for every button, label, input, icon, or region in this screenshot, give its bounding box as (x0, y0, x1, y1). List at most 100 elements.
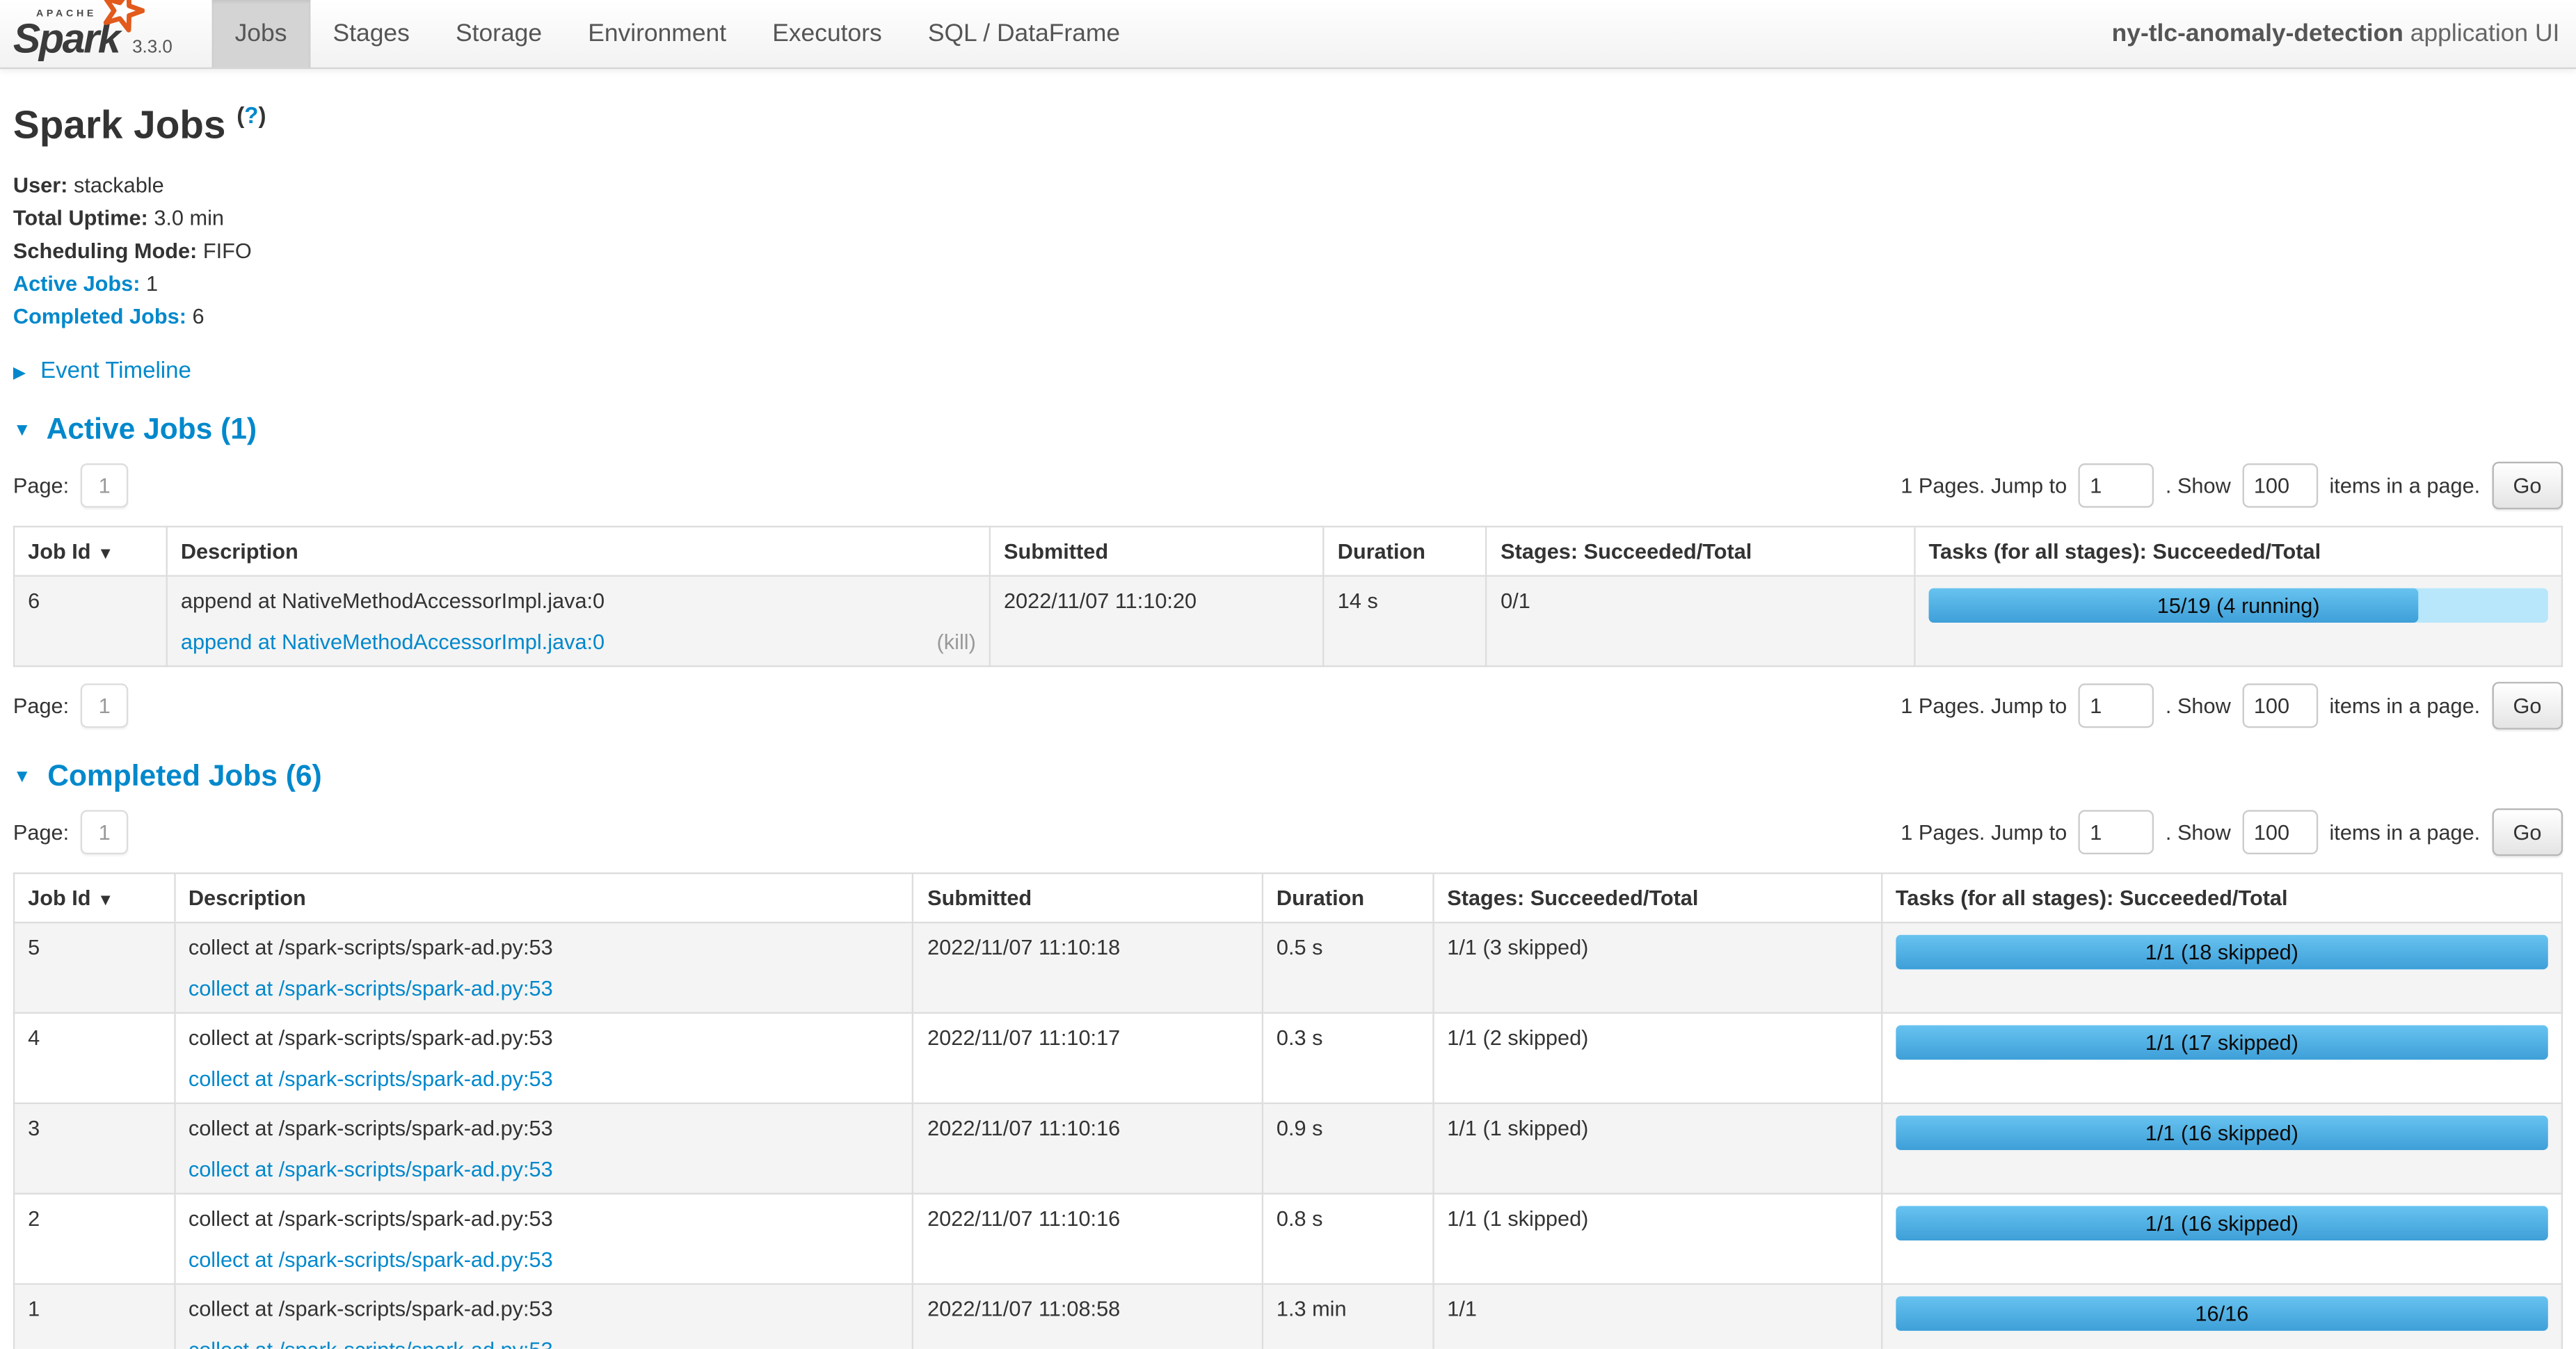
spark-logo: APACHE Spark 3.3.0 (0, 0, 189, 67)
tasks-progress-bar: 16/16 (1896, 1296, 2548, 1331)
items-per-page-input[interactable] (2242, 683, 2318, 728)
stages-cell: 1/1 (2 skipped) (1433, 1013, 1882, 1103)
column-header-submitted[interactable]: Submitted (990, 527, 1324, 576)
tab-jobs[interactable]: Jobs (212, 0, 310, 67)
active-jobs-link[interactable]: Active Jobs: (13, 271, 141, 296)
page-number-button[interactable]: 1 (81, 683, 129, 728)
items-per-page-input[interactable] (2242, 463, 2318, 508)
active-jobs-section-header[interactable]: ▼ Active Jobs (1) (13, 413, 2563, 447)
tasks-cell: 15/19 (4 running) (1914, 576, 2561, 666)
summary-scheduling-mode: Scheduling Mode: FIFO (13, 238, 2563, 262)
summary-user: User: stackable (13, 173, 2563, 197)
job-detail-link[interactable]: append at NativeMethodAccessorImpl.java:… (181, 629, 605, 653)
job-description: append at NativeMethodAccessorImpl.java:… (181, 588, 976, 612)
job-detail-link[interactable]: collect at /spark-scripts/spark-ad.py:53 (189, 1157, 553, 1181)
page-number-button[interactable]: 1 (81, 463, 129, 508)
duration-cell: 0.8 s (1263, 1194, 1433, 1284)
column-header-tasks[interactable]: Tasks (for all stages): Succeeded/Total (1882, 873, 2562, 923)
completed-jobs-link[interactable]: Completed Jobs: (13, 304, 186, 328)
stages-cell: 1/1 (1433, 1284, 1882, 1349)
help-tooltip-link[interactable]: (?) (237, 102, 266, 128)
table-row: 2 collect at /spark-scripts/spark-ad.py:… (14, 1194, 2562, 1284)
summary-completed-jobs: Completed Jobs: 6 (13, 304, 2563, 328)
event-timeline-toggle[interactable]: ▶ Event Timeline (13, 356, 2563, 383)
tasks-cell: 16/16 (1882, 1284, 2562, 1349)
tab-executors[interactable]: Executors (749, 0, 905, 67)
summary-active-jobs: Active Jobs: 1 (13, 271, 2563, 296)
job-description: collect at /spark-scripts/spark-ad.py:53 (189, 935, 899, 959)
tab-stages[interactable]: Stages (310, 0, 432, 67)
column-header-duration[interactable]: Duration (1324, 527, 1487, 576)
submitted-cell: 2022/11/07 11:10:18 (913, 923, 1263, 1013)
job-description: collect at /spark-scripts/spark-ad.py:53 (189, 1116, 899, 1140)
description-cell: collect at /spark-scripts/spark-ad.py:53… (175, 1284, 913, 1349)
tab-storage[interactable]: Storage (433, 0, 565, 67)
column-header-job-id[interactable]: Job Id▼ (14, 527, 167, 576)
duration-cell: 0.5 s (1263, 923, 1433, 1013)
tasks-progress-bar: 1/1 (16 skipped) (1896, 1116, 2548, 1151)
description-cell: collect at /spark-scripts/spark-ad.py:53… (175, 923, 913, 1013)
table-row: 1 collect at /spark-scripts/spark-ad.py:… (14, 1284, 2562, 1349)
tab-environment[interactable]: Environment (565, 0, 749, 67)
column-header-stages[interactable]: Stages: Succeeded/Total (1433, 873, 1882, 923)
job-description: collect at /spark-scripts/spark-ad.py:53 (189, 1296, 899, 1320)
completed-jobs-pagination-top: Page: 1 1 Pages. Jump to . Show items in… (13, 808, 2563, 856)
tasks-cell: 1/1 (17 skipped) (1882, 1013, 2562, 1103)
collapse-arrow-icon: ▼ (13, 767, 31, 787)
completed-jobs-section-header[interactable]: ▼ Completed Jobs (6) (13, 759, 2563, 794)
application-suffix: application UI (2410, 19, 2560, 47)
submitted-cell: 2022/11/07 11:10:20 (990, 576, 1324, 666)
items-per-page-input[interactable] (2242, 810, 2318, 854)
column-header-description[interactable]: Description (175, 873, 913, 923)
duration-cell: 0.3 s (1263, 1013, 1433, 1103)
table-row: 6 append at NativeMethodAccessorImpl.jav… (14, 576, 2562, 666)
description-cell: collect at /spark-scripts/spark-ad.py:53… (175, 1194, 913, 1284)
spark-star-icon (101, 0, 145, 33)
tasks-progress-bar: 1/1 (16 skipped) (1896, 1206, 2548, 1240)
column-header-description[interactable]: Description (167, 527, 990, 576)
go-button[interactable]: Go (2492, 462, 2563, 509)
job-detail-link[interactable]: collect at /spark-scripts/spark-ad.py:53 (189, 1067, 553, 1091)
page-number-button[interactable]: 1 (81, 810, 129, 854)
job-detail-link[interactable]: collect at /spark-scripts/spark-ad.py:53 (189, 1337, 553, 1349)
kill-job-link[interactable]: (kill) (937, 629, 976, 653)
stages-cell: 1/1 (3 skipped) (1433, 923, 1882, 1013)
job-detail-link[interactable]: collect at /spark-scripts/spark-ad.py:53 (189, 976, 553, 1000)
job-summary-list: User: stackable Total Uptime: 3.0 min Sc… (13, 173, 2563, 328)
submitted-cell: 2022/11/07 11:10:16 (913, 1103, 1263, 1194)
column-header-submitted[interactable]: Submitted (913, 873, 1263, 923)
column-header-duration[interactable]: Duration (1263, 873, 1433, 923)
jump-to-page-input[interactable] (2079, 463, 2154, 508)
column-header-job-id[interactable]: Job Id▼ (14, 873, 175, 923)
tab-sql-dataframe[interactable]: SQL / DataFrame (905, 0, 1143, 67)
job-id-cell: 3 (14, 1103, 175, 1194)
active-jobs-table: Job Id▼ Description Submitted Duration S… (13, 526, 2563, 667)
jump-to-page-input[interactable] (2079, 683, 2154, 728)
description-cell: collect at /spark-scripts/spark-ad.py:53… (175, 1103, 913, 1194)
duration-cell: 1.3 min (1263, 1284, 1433, 1349)
job-id-cell: 4 (14, 1013, 175, 1103)
job-description: collect at /spark-scripts/spark-ad.py:53 (189, 1025, 899, 1050)
sort-arrow-icon: ▼ (97, 892, 113, 910)
go-button[interactable]: Go (2492, 808, 2563, 856)
submitted-cell: 2022/11/07 11:08:58 (913, 1284, 1263, 1349)
column-header-stages[interactable]: Stages: Succeeded/Total (1487, 527, 1914, 576)
spark-version: 3.3.0 (132, 38, 173, 61)
spark-ui-page: APACHE Spark 3.3.0 Jobs Stages Storage E… (0, 0, 2576, 1349)
active-jobs-pagination-bottom: Page: 1 1 Pages. Jump to . Show items in… (13, 682, 2563, 729)
table-row: 5 collect at /spark-scripts/spark-ad.py:… (14, 923, 2562, 1013)
job-id-cell: 5 (14, 923, 175, 1013)
tasks-progress-bar: 15/19 (4 running) (1929, 588, 2548, 623)
go-button[interactable]: Go (2492, 682, 2563, 729)
nav-tabs: Jobs Stages Storage Environment Executor… (212, 0, 1144, 67)
table-row: 4 collect at /spark-scripts/spark-ad.py:… (14, 1013, 2562, 1103)
column-header-tasks[interactable]: Tasks (for all stages): Succeeded/Total (1914, 527, 2561, 576)
job-detail-link[interactable]: collect at /spark-scripts/spark-ad.py:53 (189, 1247, 553, 1271)
duration-cell: 14 s (1324, 576, 1487, 666)
jump-to-page-input[interactable] (2079, 810, 2154, 854)
stages-cell: 1/1 (1 skipped) (1433, 1194, 1882, 1284)
submitted-cell: 2022/11/07 11:10:16 (913, 1194, 1263, 1284)
job-description: collect at /spark-scripts/spark-ad.py:53 (189, 1206, 899, 1230)
description-cell: append at NativeMethodAccessorImpl.java:… (167, 576, 990, 666)
tasks-progress-bar: 1/1 (17 skipped) (1896, 1025, 2548, 1060)
